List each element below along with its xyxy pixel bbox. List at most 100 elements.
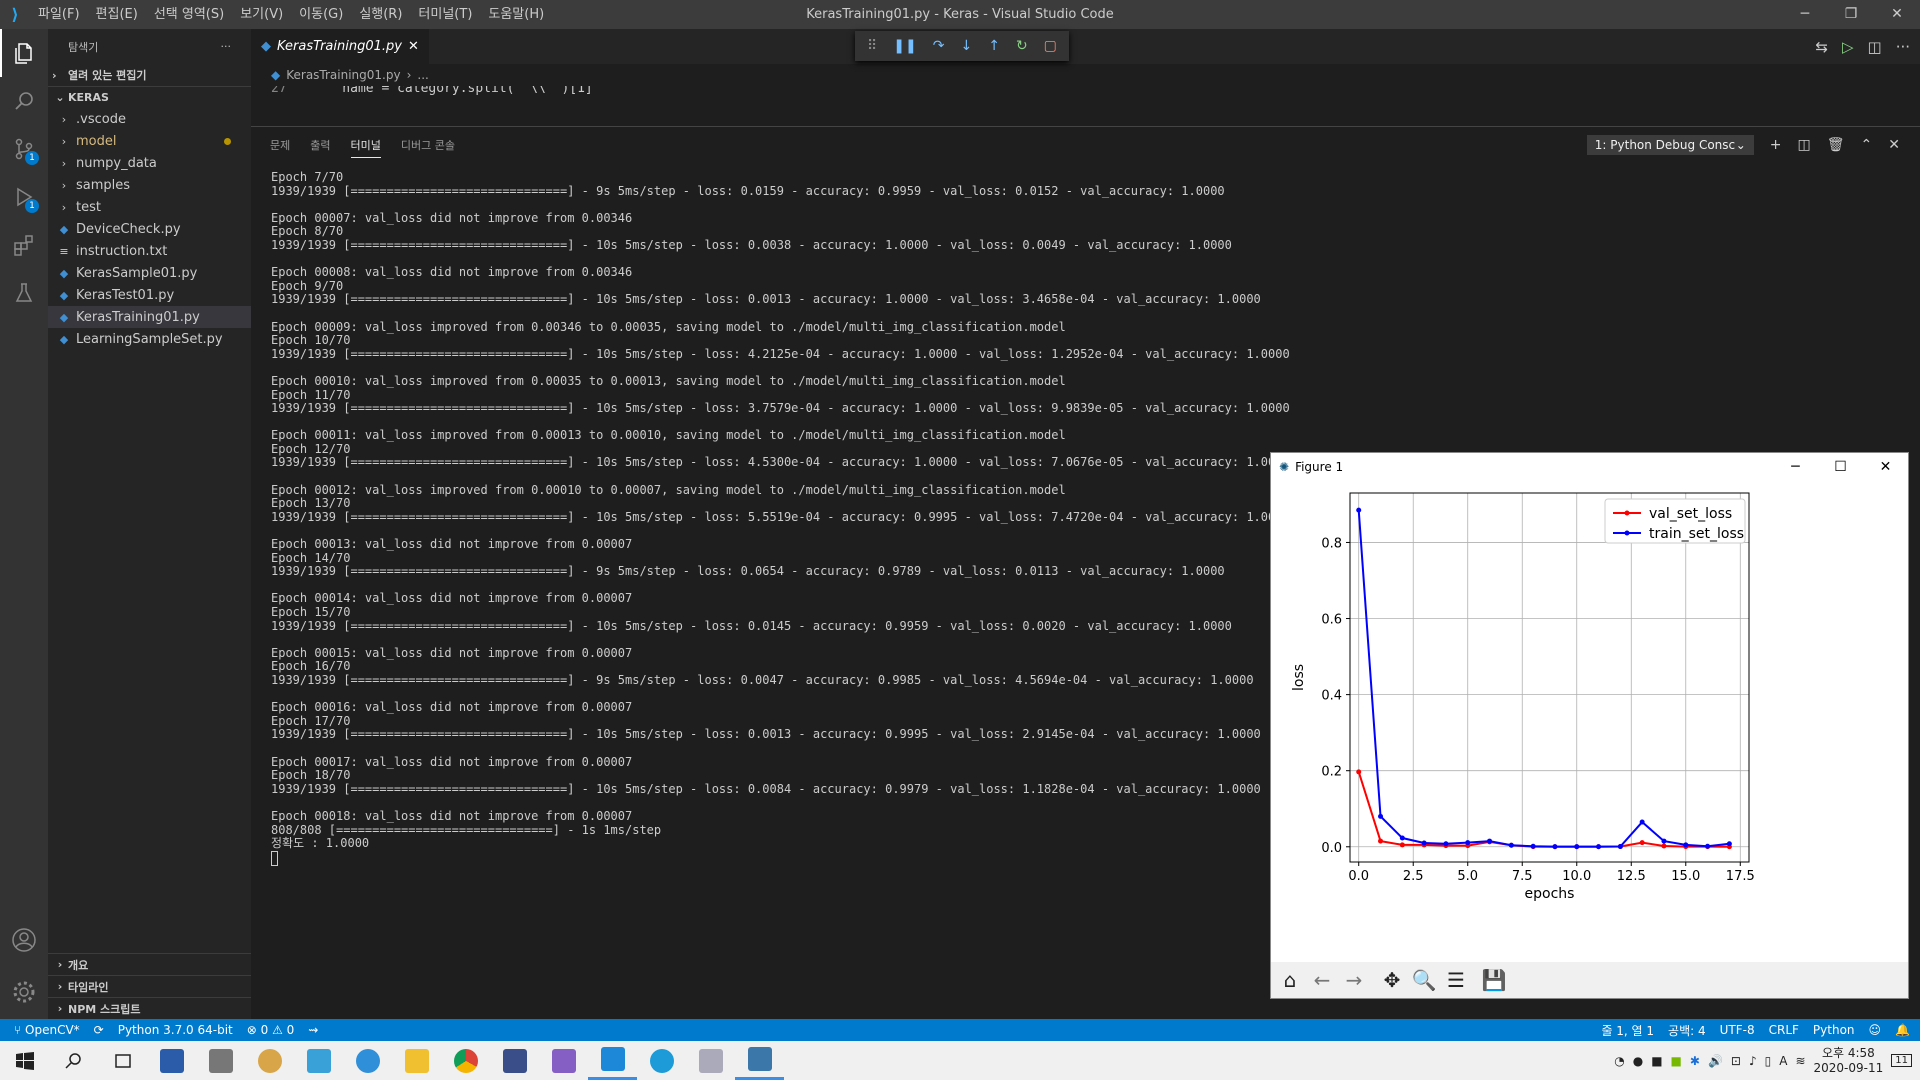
app-icon-vscode[interactable] [588,1041,637,1080]
tray-icon-bluetooth[interactable]: ✱ [1690,1054,1700,1068]
app-icon-calculator[interactable] [196,1041,245,1080]
tree-item[interactable]: ◆ DeviceCheck.py [48,218,251,240]
close-panel-icon[interactable]: ✕ [1888,137,1900,153]
notification-icon[interactable]: 11 [1891,1054,1912,1067]
sync-icon[interactable]: ⟳ [94,1023,104,1037]
breadcrumb-symbol[interactable]: ... [417,68,428,82]
tray-icon-volume[interactable]: 🔊 [1708,1054,1723,1068]
app-icon-paint[interactable] [245,1041,294,1080]
app-icon-file-explorer[interactable] [392,1041,441,1080]
tray-icon-ime[interactable]: A [1779,1054,1787,1068]
terminal-select[interactable]: 1: Python Debug Consc ⌄ [1586,135,1754,155]
breadcrumb-file[interactable]: KerasTraining01.py [286,68,400,82]
figure-close-icon[interactable]: ✕ [1863,453,1908,481]
maximize-panel-icon[interactable]: ⌃ [1861,137,1873,153]
figure-minimize-icon[interactable]: ─ [1773,453,1818,481]
menu-run[interactable]: 실행(R) [351,0,410,29]
split-terminal-icon[interactable]: ◫ [1798,137,1811,153]
feedback-icon[interactable]: ☺ [1869,1023,1882,1037]
eol[interactable]: CRLF [1769,1023,1799,1037]
back-arrow-icon[interactable]: ← [1307,965,1337,995]
figure-maximize-icon[interactable]: ☐ [1818,453,1863,481]
workspace-root[interactable]: ⌄ KERAS [48,86,251,108]
save-icon[interactable]: 💾 [1479,965,1509,995]
branch-item[interactable]: ⑂ OpenCV* [14,1023,80,1037]
tree-item[interactable]: › .vscode [48,108,251,130]
tree-item[interactable]: › samples [48,174,251,196]
restore-icon[interactable]: ❐ [1828,0,1874,29]
close-icon[interactable]: ✕ [1874,0,1920,29]
tree-item[interactable]: › numpy_data [48,152,251,174]
tray-icon-network[interactable]: ⊡ [1731,1054,1741,1068]
app-icon-monitor[interactable] [147,1041,196,1080]
run-file-icon[interactable]: ▷ [1842,38,1854,56]
indentation[interactable]: 공백: 4 [1668,1022,1706,1039]
step-into-icon[interactable]: ↓ [960,38,972,54]
bell-icon[interactable]: 🔔 [1895,1023,1910,1037]
source-control-icon[interactable]: 1 [0,125,48,173]
menu-terminal[interactable]: 터미널(T) [410,0,480,29]
split-editor-icon[interactable]: ◫ [1868,38,1882,56]
start-icon[interactable] [0,1041,49,1080]
app-icon-ie[interactable] [343,1041,392,1080]
compare-icon[interactable]: ⇆ [1815,38,1828,56]
tray-icon-security[interactable]: ◔ [1614,1054,1624,1068]
tree-item[interactable]: ◆ LearningSampleSet.py [48,328,251,350]
home-icon[interactable]: ⌂ [1275,965,1305,995]
search-icon[interactable] [0,77,48,125]
app-icon-photos[interactable] [686,1041,735,1080]
problems-item[interactable]: ⊗ 0 ⚠ 0 [247,1023,295,1037]
new-terminal-icon[interactable]: + [1770,137,1782,153]
tray-icon-app[interactable]: ■ [1651,1054,1662,1068]
tab-output[interactable]: 출력 [310,137,330,153]
tree-item[interactable]: ◆ KerasTraining01.py [48,306,251,328]
tab-kerastraining01[interactable]: ◆ KerasTraining01.py ✕ [251,29,429,64]
pan-icon[interactable]: ✥ [1377,965,1407,995]
python-interpreter[interactable]: Python 3.7.0 64-bit [118,1023,233,1037]
menu-go[interactable]: 이동(G) [291,0,351,29]
clock[interactable]: 오후 4:58 2020-09-11 [1814,1046,1884,1076]
menu-view[interactable]: 보기(V) [232,0,291,29]
tree-item[interactable]: ◆ KerasTest01.py [48,284,251,306]
tray-icon-speaker[interactable]: ♪ [1749,1054,1757,1068]
step-over-icon[interactable]: ↷ [933,38,945,54]
code-line[interactable]: 27 name = category.split(' \\ ')[1] [251,86,1920,96]
task-view-icon[interactable] [98,1041,147,1080]
terminal-prompt[interactable] [271,850,1290,866]
settings-gear-icon[interactable] [0,968,48,1016]
stop-icon[interactable]: ▢ [1044,38,1057,54]
app-icon-notepadpp[interactable] [490,1041,539,1080]
loss-chart[interactable]: 0.0 2.5 5.0 7.5 10.0 12.5 15.0 17.5 0.0 0.2 0.4 0.6… [1271,481,1908,961]
tree-item[interactable]: › test [48,196,251,218]
menu-selection[interactable]: 선택 영역(S) [146,0,232,29]
npm-scripts-section[interactable]: › NPM 스크립트 [48,997,251,1019]
search-icon[interactable] [49,1041,98,1080]
open-editors-section[interactable]: › 열려 있는 편집기 [48,64,251,86]
more-actions-icon[interactable]: ··· [221,40,232,53]
tree-item[interactable]: ≡ instruction.txt [48,240,251,262]
tray-icon-battery[interactable]: ▯ [1765,1054,1772,1068]
outline-section[interactable]: › 개요 [48,953,251,975]
menu-edit[interactable]: 편집(E) [88,0,146,29]
cursor-position[interactable]: 줄 1, 열 1 [1601,1022,1654,1039]
app-icon-python[interactable] [735,1041,784,1080]
terminal-output[interactable]: Epoch 7/70 1939/1939 [===================… [271,170,1290,866]
tab-problems[interactable]: 문제 [270,137,290,153]
encoding[interactable]: UTF-8 [1720,1023,1755,1037]
tree-item[interactable]: › model [48,130,251,152]
tab-terminal[interactable]: 터미널 [350,132,381,158]
drag-handle-icon[interactable]: ⠿ [867,38,877,54]
trash-icon[interactable]: 🗑 [1827,137,1845,153]
tray-icon-wifi[interactable]: ≋ [1795,1054,1805,1068]
tree-item[interactable]: ◆ KerasSample01.py [48,262,251,284]
configure-subplots-icon[interactable]: ☰ [1441,965,1471,995]
tab-debug-console[interactable]: 디버그 콘솔 [401,137,455,153]
extensions-icon[interactable] [0,221,48,269]
account-icon[interactable] [0,916,48,964]
tray-icon-chat[interactable]: ● [1633,1054,1643,1068]
explorer-icon[interactable] [0,29,48,77]
tray-icon-nvidia[interactable]: ■ [1671,1054,1682,1068]
timeline-section[interactable]: › 타임라인 [48,975,251,997]
tab-close-icon[interactable]: ✕ [408,39,419,54]
app-icon-visual-studio[interactable] [539,1041,588,1080]
